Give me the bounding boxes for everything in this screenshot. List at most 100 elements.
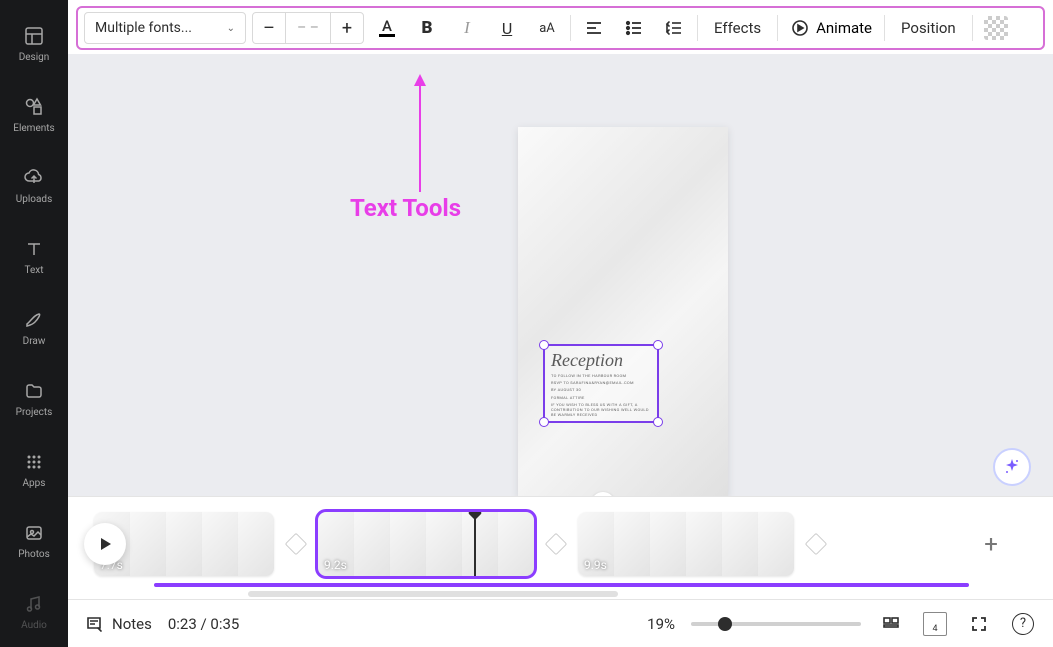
animate-label: Animate [816, 19, 872, 37]
separator [884, 15, 885, 41]
font-size-input[interactable]: – – [285, 13, 331, 43]
selected-text-box[interactable]: Reception To follow in the Harbour Room … [543, 344, 659, 423]
nav-label: Apps [23, 478, 46, 489]
play-icon [96, 535, 114, 553]
cloud-icon [22, 166, 46, 190]
clip-frame [722, 512, 758, 576]
text-line: If you wish to bless us with a gift, a c… [551, 402, 651, 418]
notes-label: Notes [112, 615, 152, 633]
transition-button[interactable] [805, 533, 828, 556]
clip-frame [238, 512, 274, 576]
italic-button[interactable]: I [450, 11, 484, 45]
separator [777, 15, 778, 41]
list-button[interactable] [617, 11, 651, 45]
spacing-button[interactable] [657, 11, 691, 45]
increase-size-button[interactable]: + [331, 13, 363, 43]
nav-text[interactable]: Text [0, 221, 68, 292]
uppercase-button[interactable]: aA [530, 11, 564, 45]
help-icon: ? [1012, 613, 1034, 635]
main-area: Multiple fonts... ⌄ – – – + A B I U aA [68, 0, 1053, 647]
timeline-clip[interactable]: 9.2s [318, 512, 534, 576]
text-line: To follow in the Harbour Room [551, 373, 651, 378]
nav-label: Text [24, 265, 43, 276]
play-button[interactable] [84, 523, 126, 565]
nav-label: Projects [16, 407, 53, 418]
toolbar-wrap: Multiple fonts... ⌄ – – – + A B I U aA [68, 0, 1053, 54]
timeline-row: 7.7s9.2s9.9s + [68, 497, 1053, 583]
bold-button[interactable]: B [410, 11, 444, 45]
font-size-group: – – – + [252, 12, 364, 44]
zoom-thumb[interactable] [718, 617, 732, 631]
clip-track[interactable]: 7.7s9.2s9.9s [136, 512, 945, 576]
canvas[interactable]: Text Tools Reception To follow in the Ha… [68, 54, 1053, 496]
zoom-value: 19% [647, 615, 675, 633]
audio-track[interactable] [154, 583, 969, 587]
annotation-label: Text Tools [350, 194, 461, 222]
text-title: Reception [551, 350, 651, 371]
clip-duration: 9.9s [584, 558, 607, 572]
nav-photos[interactable]: Photos [0, 505, 68, 576]
clip-frame [758, 512, 794, 576]
notes-button[interactable]: Notes [84, 614, 152, 634]
page-list-button[interactable]: 4 [921, 610, 949, 638]
separator [972, 15, 973, 41]
clip-frame [686, 512, 722, 576]
nav-apps[interactable]: Apps [0, 434, 68, 505]
clip-duration: 9.2s [324, 558, 347, 572]
left-sidebar: Design Elements Uploads Text Draw Projec… [0, 0, 68, 647]
clip-frame [650, 512, 686, 576]
clip-frame [166, 512, 202, 576]
alignment-button[interactable] [577, 11, 611, 45]
position-button[interactable]: Position [891, 19, 966, 37]
resize-handle-tl[interactable] [539, 340, 549, 350]
transition-button[interactable] [285, 533, 308, 556]
sparkle-icon [1002, 457, 1022, 477]
transparency-icon [984, 16, 1008, 40]
separator [697, 15, 698, 41]
help-button[interactable]: ? [1009, 610, 1037, 638]
transparency-button[interactable] [979, 11, 1013, 45]
playhead[interactable] [474, 514, 476, 576]
font-family-select[interactable]: Multiple fonts... ⌄ [84, 12, 246, 44]
scroll-thumb[interactable] [248, 591, 618, 597]
nav-label: Design [19, 52, 50, 63]
resize-handle-tr[interactable] [653, 340, 663, 350]
grid-view-button[interactable] [877, 610, 905, 638]
font-name: Multiple fonts... [95, 20, 192, 36]
clip-frame [390, 512, 426, 576]
horizontal-scrollbar[interactable] [68, 589, 1053, 599]
nav-uploads[interactable]: Uploads [0, 150, 68, 221]
animate-button[interactable]: Animate [784, 18, 878, 38]
clip-frame [426, 512, 462, 576]
music-icon [22, 592, 46, 616]
layout-icon [22, 24, 46, 48]
zoom-slider[interactable] [691, 622, 861, 626]
nav-design[interactable]: Design [0, 8, 68, 79]
ai-assistant-button[interactable] [993, 448, 1031, 486]
transition-button[interactable] [545, 533, 568, 556]
effects-button[interactable]: Effects [704, 19, 771, 37]
nav-draw[interactable]: Draw [0, 292, 68, 363]
notes-icon [84, 614, 104, 634]
clip-frame [130, 512, 166, 576]
photo-icon [22, 521, 46, 545]
design-page[interactable] [518, 127, 728, 496]
timeline-clip[interactable]: 9.9s [578, 512, 794, 576]
page-count-badge: 4 [923, 612, 947, 636]
nav-audio[interactable]: Audio [0, 576, 68, 647]
timeline: 7.7s9.2s9.9s + [68, 496, 1053, 599]
folder-icon [22, 379, 46, 403]
decrease-size-button[interactable]: – [253, 13, 285, 43]
fullscreen-button[interactable] [965, 610, 993, 638]
underline-button[interactable]: U [490, 11, 524, 45]
nav-label: Uploads [16, 194, 52, 205]
shapes-icon [22, 95, 46, 119]
text-color-button[interactable]: A [370, 11, 404, 45]
nav-projects[interactable]: Projects [0, 363, 68, 434]
annotation-arrow [410, 74, 430, 194]
nav-elements[interactable]: Elements [0, 79, 68, 150]
clip-frame [462, 512, 498, 576]
add-page-button[interactable]: + [945, 512, 1037, 576]
text-line: RSVP to sarafina&ryan@email.com [551, 380, 651, 385]
animate-icon [790, 18, 810, 38]
